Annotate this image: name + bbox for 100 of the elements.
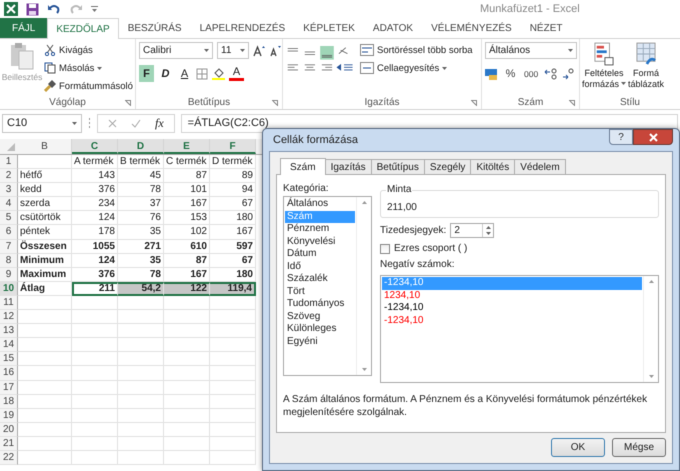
italic-button[interactable]: D [158,65,173,82]
row-header[interactable]: 2 [0,169,18,184]
insert-function-button[interactable]: fx [155,116,164,130]
font-name-dropdown[interactable]: Calibri [139,42,213,59]
category-item[interactable]: Százalék [285,273,355,286]
thousands-button[interactable]: 000 [522,65,540,82]
checkbox[interactable] [380,244,390,254]
close-button[interactable] [633,129,673,145]
dialog-launcher-icon[interactable] [471,100,477,106]
redo-icon[interactable] [69,3,83,15]
ribbon-tab[interactable]: VÉLEMÉNYEZÉS [422,18,521,38]
row-header[interactable]: 20 [0,422,18,437]
ribbon-tab[interactable]: BESZÚRÁS [118,18,191,38]
row-header[interactable]: 18 [0,394,18,409]
negative-format-item[interactable]: -1234,10 [382,314,642,327]
negative-format-item[interactable]: 1234,10 [382,290,642,302]
table-cell [164,352,210,366]
category-item[interactable]: Pénznem [285,223,355,236]
row-header[interactable]: 12 [0,310,18,324]
category-item[interactable]: Általános [285,198,355,210]
row-header[interactable]: 15 [0,352,18,366]
row-header[interactable]: 10 [0,282,18,296]
dialog-tab[interactable]: Betűtípus [370,159,425,174]
row-header[interactable]: 5 [0,211,18,226]
column-header[interactable]: D [118,139,164,154]
decimals-spinner[interactable]: 2 [450,223,494,238]
row-header[interactable]: 17 [0,380,18,395]
grow-font-icon[interactable] [253,44,265,56]
cut-button[interactable]: Kivágás [44,42,133,58]
customize-caret-icon[interactable] [91,6,98,12]
row-header[interactable]: 11 [0,296,18,310]
font-color-button[interactable]: A [229,66,244,80]
ribbon-tab[interactable]: ADATOK [364,18,422,38]
increase-decimal-icon[interactable] [544,68,558,80]
row-header[interactable]: 14 [0,338,18,352]
category-item[interactable]: Szöveg [285,310,355,323]
decrease-decimal-icon[interactable] [562,68,576,80]
row-header[interactable]: 21 [0,436,18,451]
dialog-launcher-icon[interactable] [272,100,278,106]
ribbon-tab[interactable]: KÉPLETEK [294,18,364,38]
row-header[interactable]: 1 [0,155,18,170]
dialog-tab[interactable]: Kitöltés [470,159,516,174]
help-button[interactable]: ? [609,129,633,145]
fill-color-icon[interactable] [212,67,225,80]
row-header[interactable]: 6 [0,225,18,240]
row-header[interactable]: 8 [0,254,18,268]
merge-cells-button[interactable]: Cellaegyesítés [360,60,473,76]
row-header[interactable]: 22 [0,450,18,466]
conditional-formatting-button[interactable]: Feltételes formázás [582,42,626,90]
dialog-tab[interactable]: Igazítás [324,159,372,174]
copy-button[interactable]: Másolás [44,60,133,76]
currency-icon[interactable] [485,68,499,80]
ok-button[interactable]: OK [551,438,605,457]
underline-button[interactable]: A [177,65,192,82]
ribbon-tab[interactable]: NÉZET [520,18,572,38]
row-header[interactable]: 16 [0,366,18,380]
percent-button[interactable]: % [503,65,518,82]
undo-icon[interactable] [47,3,61,15]
ribbon-tab[interactable]: FÁJL [0,18,48,38]
format-painter-button[interactable]: Formátummásoló [44,78,133,94]
column-header[interactable]: E [164,139,210,154]
number-format-dropdown[interactable]: Általános [485,42,577,59]
table-cell: 376 [72,183,118,198]
group-label: Szám [518,96,544,108]
font-size-dropdown[interactable]: 11 [217,42,249,59]
negative-format-item[interactable]: -1234,10 [382,302,642,314]
bold-button[interactable]: F [139,65,154,82]
row-header[interactable]: 19 [0,408,18,423]
category-item[interactable]: Tört [285,286,355,298]
row-header[interactable]: 7 [0,240,18,254]
borders-icon[interactable] [196,68,208,80]
wrap-text-button[interactable]: Sortöréssel több sorba [360,42,473,58]
dialog-tab[interactable]: Szám [280,158,326,175]
category-item[interactable]: Különleges [285,323,355,336]
ribbon-tab[interactable]: LAPELRENDEZÉS [190,18,294,38]
enter-check-icon[interactable] [131,118,141,128]
row-header[interactable]: 9 [0,268,18,282]
dialog-tab[interactable]: Szegély [424,159,472,174]
cancel-button[interactable]: Mégse [612,438,666,457]
row-header[interactable]: 3 [0,183,18,198]
table-cell: 89 [210,169,256,184]
category-item[interactable]: Dátum [285,248,355,260]
category-item[interactable]: Tudományos [285,298,355,310]
cancel-icon[interactable] [108,118,117,128]
column-header[interactable]: C [72,139,118,154]
name-box[interactable]: C10 [2,114,82,132]
category-item[interactable]: Egyéni [285,336,355,348]
dialog-launcher-icon[interactable] [569,100,575,106]
shrink-font-icon[interactable] [269,44,281,56]
dialog-launcher-icon[interactable] [125,100,131,106]
table-cell: 1055 [72,240,118,254]
row-header[interactable]: 4 [0,197,18,212]
ribbon-tab[interactable]: KEZDŐLAP [47,18,119,39]
category-item[interactable]: Idő [285,260,355,273]
row-header[interactable]: 13 [0,324,18,338]
column-header[interactable]: F [210,139,256,154]
category-item[interactable]: Könyvelési [285,236,355,248]
format-as-table-button[interactable]: Formá táblázatk [628,42,664,90]
dialog-tab[interactable]: Védelem [514,159,566,174]
save-icon[interactable] [26,2,39,16]
